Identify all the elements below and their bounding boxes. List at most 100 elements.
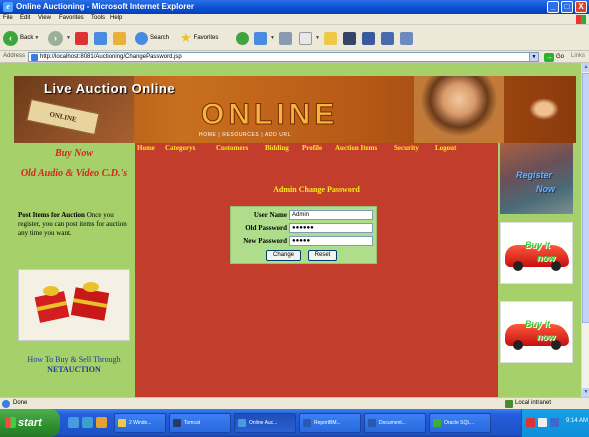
quicklaunch-desktop-icon[interactable] — [82, 417, 93, 428]
buy-now-heading: Buy Now — [54, 148, 94, 159]
nav-home[interactable]: Home — [137, 144, 155, 152]
tray-icon-2[interactable] — [538, 418, 547, 427]
folder-button[interactable] — [324, 30, 339, 46]
tools-button[interactable] — [400, 30, 415, 46]
change-button[interactable]: Change — [266, 250, 301, 261]
ie-logo-icon: e — [3, 2, 13, 12]
task-online-auctioning[interactable]: Online Auc... — [234, 413, 296, 433]
forward-dropdown-icon[interactable]: ▼ — [66, 35, 71, 41]
refresh-button[interactable] — [94, 30, 109, 46]
buy-it-now-ad-1[interactable]: Buy it now — [500, 222, 573, 284]
left-sidebar: Buy Now Old Audio & Video C.D.'s Post It… — [14, 143, 134, 397]
task-tomcat[interactable]: Tomcat — [169, 413, 231, 433]
page-viewport: ONLINE Live Auction Online ONLINE HOME |… — [0, 63, 581, 397]
mail-dropdown-icon[interactable]: ▼ — [270, 35, 275, 41]
forward-button[interactable]: › ▼ — [48, 30, 71, 46]
post-items-bold: Post Items for Auction — [18, 211, 85, 219]
window-title: Online Auctioning - Microsoft Internet E… — [16, 2, 194, 11]
task-windows-explorer[interactable]: 2 Windo... — [114, 413, 166, 433]
oracle-icon — [433, 419, 441, 427]
start-button[interactable]: start — [0, 409, 60, 437]
how-to-link[interactable]: How To Buy & Sell Through NETAUCTION — [14, 355, 134, 375]
task-label: Document... — [379, 420, 406, 426]
minimize-button[interactable]: _ — [547, 1, 559, 13]
vertical-scrollbar[interactable]: ▲ ▼ — [581, 63, 589, 397]
scroll-down-icon[interactable]: ▼ — [582, 388, 589, 397]
username-field[interactable]: Admin — [289, 210, 373, 220]
research-icon — [381, 31, 394, 45]
messenger-button[interactable] — [362, 30, 377, 46]
edit-button[interactable]: ▼ — [299, 30, 320, 46]
windows-logo-icon — [576, 15, 586, 24]
home-icon — [113, 31, 126, 45]
nav-auction-items[interactable]: Auction Items — [335, 144, 377, 152]
tray-icon-3[interactable] — [550, 418, 559, 427]
main-content: Home Categorys Customers Bidding Profile… — [135, 143, 498, 397]
search-button[interactable]: Search — [135, 30, 169, 46]
menu-edit[interactable]: Edit — [20, 15, 30, 21]
old-audio-heading: Old Audio & Video C.D.'s — [20, 168, 128, 179]
task-label: Online Auc... — [249, 420, 278, 426]
scroll-up-icon[interactable]: ▲ — [582, 63, 589, 72]
banner-hand-image — [529, 98, 559, 120]
menu-view[interactable]: View — [38, 15, 51, 21]
username-row: User Name Admin — [231, 209, 378, 221]
new-password-field[interactable]: ●●●●● — [289, 236, 373, 246]
favorites-button[interactable]: ★ Favorites — [180, 30, 218, 46]
stop-button[interactable] — [75, 30, 90, 46]
history-button[interactable] — [236, 30, 251, 46]
quicklaunch-ie-icon[interactable] — [68, 417, 79, 428]
nav-profile[interactable]: Profile — [302, 144, 322, 152]
back-dropdown-icon[interactable]: ▼ — [34, 35, 39, 41]
home-button[interactable] — [113, 30, 128, 46]
reset-button[interactable]: Reset — [308, 250, 337, 261]
task-label: Oracle SQL... — [444, 420, 475, 426]
task-oracle-sql[interactable]: Oracle SQL... — [429, 413, 491, 433]
task-report[interactable]: ReportBM... — [299, 413, 361, 433]
task-label: 2 Windo... — [129, 420, 152, 426]
browser-window: e Online Auctioning - Microsoft Internet… — [0, 0, 589, 437]
nav-customers[interactable]: Customers — [216, 144, 248, 152]
old-password-row: Old Password ●●●●●● — [231, 222, 378, 234]
back-arrow-icon: ‹ — [3, 30, 18, 46]
menu-tools[interactable]: Tools — [91, 15, 105, 21]
old-password-field[interactable]: ●●●●●● — [289, 223, 373, 233]
back-button[interactable]: ‹ Back ▼ — [3, 30, 39, 46]
edit-dropdown-icon[interactable]: ▼ — [315, 35, 320, 41]
menu-favorites[interactable]: Favorites — [59, 15, 84, 21]
task-document[interactable]: Document... — [364, 413, 426, 433]
address-input[interactable]: http://localhost:8081/Auctioning/ChangeP… — [28, 52, 539, 62]
folder-icon — [324, 31, 337, 45]
tray-icon-1[interactable] — [526, 418, 535, 427]
maximize-button[interactable]: □ — [561, 1, 573, 13]
windows-flag-icon — [5, 417, 16, 428]
messenger-icon — [362, 31, 375, 45]
buy-it-text-2: Buy it — [525, 319, 551, 329]
now-text-1: now — [537, 253, 555, 263]
scroll-thumb[interactable] — [582, 73, 589, 323]
buy-it-now-ad-2[interactable]: Buy it now — [500, 301, 573, 363]
right-sidebar: Register Now Buy it now Buy it now — [498, 143, 581, 397]
main-nav: Home Categorys Customers Bidding Profile… — [135, 144, 498, 154]
print-icon — [279, 31, 292, 45]
research-button[interactable] — [381, 30, 396, 46]
nav-categorys[interactable]: Categorys — [165, 144, 195, 152]
banner-nav[interactable]: HOME | RESOURCES | ADD URL — [199, 132, 291, 138]
nav-security[interactable]: Security — [394, 144, 419, 152]
register-now-ad[interactable]: Register Now — [500, 143, 573, 214]
links-button[interactable]: Links — [571, 53, 585, 59]
close-button[interactable]: X — [575, 1, 587, 13]
quicklaunch-media-icon[interactable] — [96, 417, 107, 428]
print-button[interactable] — [279, 30, 294, 46]
security-zone: Local intranet — [515, 400, 552, 406]
menu-file[interactable]: File — [3, 15, 13, 21]
mail-button[interactable]: ▼ — [254, 30, 275, 46]
go-button[interactable]: → Go — [544, 52, 564, 62]
nav-bidding[interactable]: Bidding — [265, 144, 289, 152]
word-button[interactable] — [343, 30, 358, 46]
intranet-zone-icon — [505, 400, 513, 408]
address-dropdown-icon[interactable]: ▼ — [529, 53, 538, 61]
nav-logout[interactable]: Logout — [435, 144, 456, 152]
gift-boxes-image — [18, 269, 130, 341]
menu-help[interactable]: Help — [110, 15, 122, 21]
